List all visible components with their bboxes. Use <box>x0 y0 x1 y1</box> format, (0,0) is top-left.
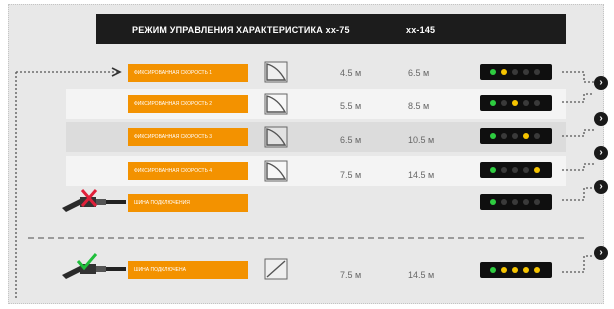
header-xx145-label: хх-145 <box>406 25 436 35</box>
led-1 <box>490 100 496 106</box>
speed-3-button[interactable]: фиксированная скорость 3 <box>128 128 248 146</box>
connected-xx75-value: 7.5 м <box>340 270 362 280</box>
curve-icon <box>264 61 288 83</box>
led-1 <box>490 167 496 173</box>
led-3 <box>512 199 518 205</box>
led-5 <box>534 167 540 173</box>
led-3 <box>512 100 518 106</box>
row-3-xx75-value: 6.5 м <box>340 135 362 145</box>
row-2-xx75-value: 5.5 м <box>340 101 362 111</box>
curve-icon <box>264 160 288 182</box>
row-1-xx75-value: 4.5 м <box>340 68 362 78</box>
led-3 <box>512 167 518 173</box>
led-3 <box>512 133 518 139</box>
connected-row: шина подключена 7.5 м 14.5 м <box>66 256 566 286</box>
chevron-right-icon[interactable]: › <box>594 146 608 160</box>
row-4-xx75-value: 7.5 м <box>340 170 362 180</box>
table-header: РЕЖИМ УПРАВЛЕНИЯ ХАРАКТЕРИСТИКА хх-75 хх… <box>96 14 566 44</box>
led-3 <box>512 69 518 75</box>
led-4 <box>523 69 529 75</box>
led-5 <box>534 267 540 273</box>
speed-2-button[interactable]: фиксированная скорость 2 <box>128 95 248 113</box>
row-4-led-indicator <box>480 162 552 178</box>
row-2-xx145-value: 8.5 м <box>408 101 430 111</box>
led-4 <box>523 267 529 273</box>
led-4 <box>523 100 529 106</box>
led-4 <box>523 133 529 139</box>
linear-curve-icon <box>264 258 288 280</box>
led-3 <box>512 267 518 273</box>
led-2 <box>501 133 507 139</box>
led-2 <box>501 199 507 205</box>
bus-connected-button[interactable]: шина подключена <box>128 261 248 279</box>
chevron-right-icon[interactable]: › <box>594 76 608 90</box>
led-5 <box>534 199 540 205</box>
curve-icon <box>264 93 288 115</box>
speed-row-2: фиксированная скорость 2 5.5 м 8.5 м <box>66 89 566 119</box>
led-1 <box>490 267 496 273</box>
connected-xx145-value: 14.5 м <box>408 270 435 280</box>
led-2 <box>501 69 507 75</box>
speed-row-4: фиксированная скорость 4 7.5 м 14.5 м <box>66 156 566 186</box>
row-3-xx145-value: 10.5 м <box>408 135 435 145</box>
led-2 <box>501 167 507 173</box>
section-divider <box>28 237 584 239</box>
speed-4-button[interactable]: фиксированная скорость 4 <box>128 162 248 180</box>
speed-row-1: фиксированная скорость 1 4.5 м 6.5 м <box>66 58 566 88</box>
led-1 <box>490 133 496 139</box>
bus-led-indicator <box>480 194 552 210</box>
led-5 <box>534 133 540 139</box>
curve-icon <box>264 126 288 148</box>
header-mode-label: РЕЖИМ УПРАВЛЕНИЯ <box>132 25 234 35</box>
header-characteristic-label: ХАРАКТЕРИСТИКА хх-75 <box>236 25 350 35</box>
connected-output-connector <box>562 255 594 273</box>
led-4 <box>523 199 529 205</box>
speed-1-button[interactable]: фиксированная скорость 1 <box>128 64 248 82</box>
row-4-xx145-value: 14.5 м <box>408 170 435 180</box>
led-1 <box>490 69 496 75</box>
cable-disconnected-icon <box>62 189 126 212</box>
chevron-right-icon[interactable]: › <box>594 112 608 126</box>
row-3-led-indicator <box>480 128 552 144</box>
led-5 <box>534 100 540 106</box>
connected-led-indicator <box>480 262 552 278</box>
led-2 <box>501 267 507 273</box>
led-1 <box>490 199 496 205</box>
bus-row: шина подключения <box>66 188 566 218</box>
led-5 <box>534 69 540 75</box>
led-4 <box>523 167 529 173</box>
row-1-xx145-value: 6.5 м <box>408 68 430 78</box>
speed-row-3: фиксированная скорость 3 6.5 м 10.5 м <box>66 122 566 152</box>
chevron-right-icon[interactable]: › <box>594 180 608 194</box>
row-1-led-indicator <box>480 64 552 80</box>
row-2-led-indicator <box>480 95 552 111</box>
bus-button[interactable]: шина подключения <box>128 194 248 212</box>
led-2 <box>501 100 507 106</box>
cable-connected-icon <box>62 253 126 279</box>
